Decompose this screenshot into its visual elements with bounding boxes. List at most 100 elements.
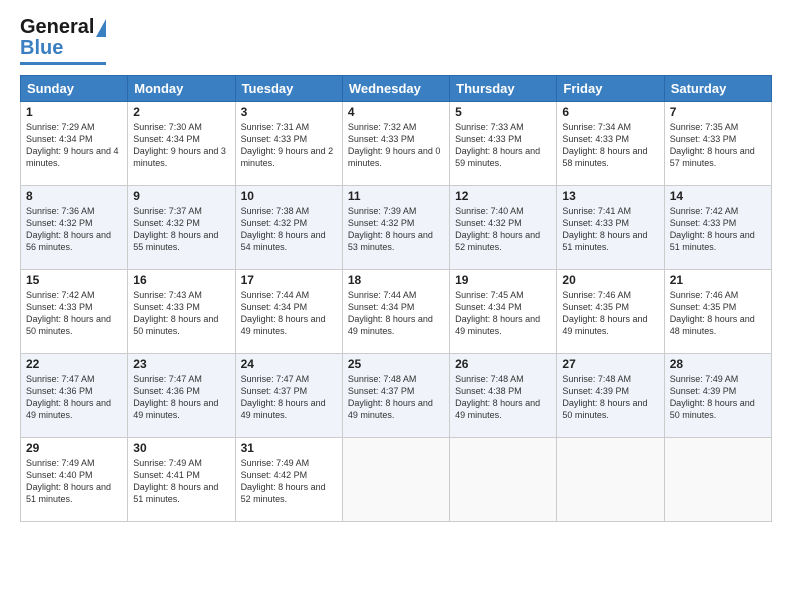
cell-content: Sunrise: 7:48 AMSunset: 4:37 PMDaylight:…: [348, 374, 433, 420]
day-number: 17: [241, 273, 337, 287]
day-number: 5: [455, 105, 551, 119]
day-number: 4: [348, 105, 444, 119]
calendar-cell: 25 Sunrise: 7:48 AMSunset: 4:37 PMDaylig…: [342, 354, 449, 438]
cell-content: Sunrise: 7:31 AMSunset: 4:33 PMDaylight:…: [241, 122, 334, 168]
calendar-cell: 8 Sunrise: 7:36 AMSunset: 4:32 PMDayligh…: [21, 186, 128, 270]
calendar-cell: [664, 438, 771, 522]
cell-content: Sunrise: 7:49 AMSunset: 4:39 PMDaylight:…: [670, 374, 755, 420]
day-number: 1: [26, 105, 122, 119]
cell-content: Sunrise: 7:36 AMSunset: 4:32 PMDaylight:…: [26, 206, 111, 252]
calendar-cell: 15 Sunrise: 7:42 AMSunset: 4:33 PMDaylig…: [21, 270, 128, 354]
calendar-cell: 28 Sunrise: 7:49 AMSunset: 4:39 PMDaylig…: [664, 354, 771, 438]
calendar-cell: 20 Sunrise: 7:46 AMSunset: 4:35 PMDaylig…: [557, 270, 664, 354]
calendar-cell: 9 Sunrise: 7:37 AMSunset: 4:32 PMDayligh…: [128, 186, 235, 270]
cell-content: Sunrise: 7:39 AMSunset: 4:32 PMDaylight:…: [348, 206, 433, 252]
calendar-cell: [450, 438, 557, 522]
logo-blue: Blue: [20, 37, 63, 60]
calendar-cell: 19 Sunrise: 7:45 AMSunset: 4:34 PMDaylig…: [450, 270, 557, 354]
col-header-monday: Monday: [128, 76, 235, 102]
cell-content: Sunrise: 7:41 AMSunset: 4:33 PMDaylight:…: [562, 206, 647, 252]
day-number: 25: [348, 357, 444, 371]
header: General Blue: [20, 16, 772, 65]
day-number: 28: [670, 357, 766, 371]
col-header-friday: Friday: [557, 76, 664, 102]
calendar-cell: [342, 438, 449, 522]
day-number: 8: [26, 189, 122, 203]
calendar-cell: 26 Sunrise: 7:48 AMSunset: 4:38 PMDaylig…: [450, 354, 557, 438]
cell-content: Sunrise: 7:43 AMSunset: 4:33 PMDaylight:…: [133, 290, 218, 336]
calendar-cell: 5 Sunrise: 7:33 AMSunset: 4:33 PMDayligh…: [450, 102, 557, 186]
cell-content: Sunrise: 7:44 AMSunset: 4:34 PMDaylight:…: [348, 290, 433, 336]
calendar-cell: 21 Sunrise: 7:46 AMSunset: 4:35 PMDaylig…: [664, 270, 771, 354]
calendar-cell: 10 Sunrise: 7:38 AMSunset: 4:32 PMDaylig…: [235, 186, 342, 270]
day-number: 6: [562, 105, 658, 119]
col-header-thursday: Thursday: [450, 76, 557, 102]
calendar-cell: 14 Sunrise: 7:42 AMSunset: 4:33 PMDaylig…: [664, 186, 771, 270]
cell-content: Sunrise: 7:35 AMSunset: 4:33 PMDaylight:…: [670, 122, 755, 168]
calendar-cell: [557, 438, 664, 522]
cell-content: Sunrise: 7:40 AMSunset: 4:32 PMDaylight:…: [455, 206, 540, 252]
calendar-cell: 24 Sunrise: 7:47 AMSunset: 4:37 PMDaylig…: [235, 354, 342, 438]
day-number: 22: [26, 357, 122, 371]
day-number: 21: [670, 273, 766, 287]
col-header-sunday: Sunday: [21, 76, 128, 102]
calendar-week-row: 29 Sunrise: 7:49 AMSunset: 4:40 PMDaylig…: [21, 438, 772, 522]
cell-content: Sunrise: 7:46 AMSunset: 4:35 PMDaylight:…: [670, 290, 755, 336]
calendar-week-row: 8 Sunrise: 7:36 AMSunset: 4:32 PMDayligh…: [21, 186, 772, 270]
day-number: 20: [562, 273, 658, 287]
day-number: 15: [26, 273, 122, 287]
calendar-cell: 27 Sunrise: 7:48 AMSunset: 4:39 PMDaylig…: [557, 354, 664, 438]
calendar-cell: 29 Sunrise: 7:49 AMSunset: 4:40 PMDaylig…: [21, 438, 128, 522]
cell-content: Sunrise: 7:34 AMSunset: 4:33 PMDaylight:…: [562, 122, 647, 168]
day-number: 19: [455, 273, 551, 287]
calendar-cell: 12 Sunrise: 7:40 AMSunset: 4:32 PMDaylig…: [450, 186, 557, 270]
day-number: 13: [562, 189, 658, 203]
calendar-cell: 2 Sunrise: 7:30 AMSunset: 4:34 PMDayligh…: [128, 102, 235, 186]
cell-content: Sunrise: 7:48 AMSunset: 4:39 PMDaylight:…: [562, 374, 647, 420]
page: General Blue SundayMondayTuesdayWednesda…: [0, 0, 792, 612]
calendar-week-row: 22 Sunrise: 7:47 AMSunset: 4:36 PMDaylig…: [21, 354, 772, 438]
day-number: 14: [670, 189, 766, 203]
cell-content: Sunrise: 7:49 AMSunset: 4:40 PMDaylight:…: [26, 458, 111, 504]
cell-content: Sunrise: 7:48 AMSunset: 4:38 PMDaylight:…: [455, 374, 540, 420]
calendar-cell: 6 Sunrise: 7:34 AMSunset: 4:33 PMDayligh…: [557, 102, 664, 186]
day-number: 23: [133, 357, 229, 371]
cell-content: Sunrise: 7:46 AMSunset: 4:35 PMDaylight:…: [562, 290, 647, 336]
cell-content: Sunrise: 7:30 AMSunset: 4:34 PMDaylight:…: [133, 122, 226, 168]
cell-content: Sunrise: 7:47 AMSunset: 4:36 PMDaylight:…: [133, 374, 218, 420]
cell-content: Sunrise: 7:49 AMSunset: 4:41 PMDaylight:…: [133, 458, 218, 504]
logo: General Blue: [20, 16, 106, 65]
calendar-cell: 13 Sunrise: 7:41 AMSunset: 4:33 PMDaylig…: [557, 186, 664, 270]
calendar-cell: 11 Sunrise: 7:39 AMSunset: 4:32 PMDaylig…: [342, 186, 449, 270]
calendar-week-row: 1 Sunrise: 7:29 AMSunset: 4:34 PMDayligh…: [21, 102, 772, 186]
cell-content: Sunrise: 7:49 AMSunset: 4:42 PMDaylight:…: [241, 458, 326, 504]
cell-content: Sunrise: 7:42 AMSunset: 4:33 PMDaylight:…: [670, 206, 755, 252]
calendar-cell: 1 Sunrise: 7:29 AMSunset: 4:34 PMDayligh…: [21, 102, 128, 186]
calendar-table: SundayMondayTuesdayWednesdayThursdayFrid…: [20, 75, 772, 522]
day-number: 24: [241, 357, 337, 371]
calendar-cell: 30 Sunrise: 7:49 AMSunset: 4:41 PMDaylig…: [128, 438, 235, 522]
cell-content: Sunrise: 7:47 AMSunset: 4:37 PMDaylight:…: [241, 374, 326, 420]
calendar-cell: 18 Sunrise: 7:44 AMSunset: 4:34 PMDaylig…: [342, 270, 449, 354]
day-number: 18: [348, 273, 444, 287]
calendar-cell: 4 Sunrise: 7:32 AMSunset: 4:33 PMDayligh…: [342, 102, 449, 186]
logo-triangle-icon: [96, 19, 106, 37]
day-number: 12: [455, 189, 551, 203]
cell-content: Sunrise: 7:37 AMSunset: 4:32 PMDaylight:…: [133, 206, 218, 252]
cell-content: Sunrise: 7:33 AMSunset: 4:33 PMDaylight:…: [455, 122, 540, 168]
day-number: 31: [241, 441, 337, 455]
day-number: 30: [133, 441, 229, 455]
calendar-cell: 16 Sunrise: 7:43 AMSunset: 4:33 PMDaylig…: [128, 270, 235, 354]
cell-content: Sunrise: 7:44 AMSunset: 4:34 PMDaylight:…: [241, 290, 326, 336]
day-number: 27: [562, 357, 658, 371]
day-number: 16: [133, 273, 229, 287]
day-number: 2: [133, 105, 229, 119]
logo-underline: [20, 62, 106, 65]
cell-content: Sunrise: 7:42 AMSunset: 4:33 PMDaylight:…: [26, 290, 111, 336]
cell-content: Sunrise: 7:45 AMSunset: 4:34 PMDaylight:…: [455, 290, 540, 336]
calendar-cell: 22 Sunrise: 7:47 AMSunset: 4:36 PMDaylig…: [21, 354, 128, 438]
day-number: 3: [241, 105, 337, 119]
day-number: 10: [241, 189, 337, 203]
calendar-cell: 23 Sunrise: 7:47 AMSunset: 4:36 PMDaylig…: [128, 354, 235, 438]
cell-content: Sunrise: 7:29 AMSunset: 4:34 PMDaylight:…: [26, 122, 119, 168]
